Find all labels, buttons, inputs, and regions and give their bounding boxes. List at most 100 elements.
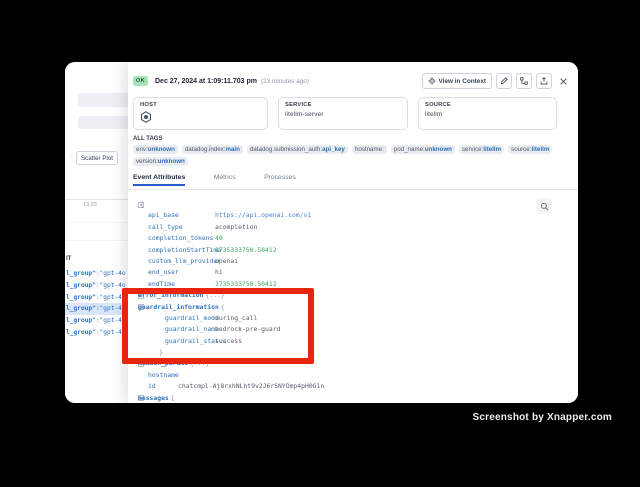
all-tags-label: ALL TAGS	[133, 136, 162, 142]
host-box: HOST	[133, 97, 268, 130]
json-row-id: id chatcmpl-Aj8rxhNLht9v2J6rSNYOmp4pH0G1…	[128, 381, 578, 392]
json-key[interactable]: messages	[138, 393, 169, 403]
edit-button[interactable]	[496, 73, 512, 89]
tag-pill[interactable]: datadog.index:main	[182, 145, 243, 154]
json-row-hostname: hostname	[128, 370, 578, 381]
tag-pill[interactable]: pod_name:unknown	[391, 145, 455, 154]
list-item[interactable]: l_group":"gpt-4o	[65, 327, 135, 339]
json-row-end-time: endTime 1735333750.50412	[128, 279, 578, 290]
json-key[interactable]: hidden_params	[138, 358, 188, 369]
json-key[interactable]: custom_llm_provider	[148, 256, 215, 267]
list-header: IT	[66, 256, 71, 262]
tab-bar: Event Attributes Metrics Processes	[128, 166, 578, 190]
list-item[interactable]: l_group":"gpt-4o	[65, 280, 135, 292]
tab-processes[interactable]: Processes	[264, 168, 296, 186]
tag-pill[interactable]: datadog.submission_auth:api_key	[247, 145, 348, 154]
json-row-call-type: call_type acompletion	[128, 222, 578, 233]
pencil-icon	[500, 77, 508, 85]
tab-event-attributes[interactable]: Event Attributes	[133, 168, 185, 186]
tab-metrics[interactable]: Metrics	[214, 168, 236, 186]
service-box: SERVICE litellm-server	[278, 97, 408, 130]
json-row-completion-start-time: completionStartTime 1735333750.50412	[128, 245, 578, 256]
json-row-guardrail-information: guardrail_information {	[128, 302, 578, 313]
json-row-guardrail-mode: guardrail_mode during_call	[128, 313, 578, 324]
tag-pill[interactable]: source:litellm	[508, 145, 552, 154]
host-hexagon-icon	[140, 111, 152, 123]
source-box: SOURCE litellm	[418, 97, 557, 130]
list-item[interactable]: l_group":"gpt-4o	[65, 315, 135, 327]
json-key[interactable]: api_base	[148, 210, 215, 221]
json-value: success	[215, 336, 242, 347]
info-boxes: HOST SERVICE litellm-server SOURCE litel…	[133, 97, 557, 130]
related-traces-button[interactable]	[516, 73, 532, 89]
service-value: litellm-server	[285, 111, 401, 118]
list-item-selected[interactable]: l_group":"gpt-4o	[65, 303, 135, 315]
export-icon	[540, 77, 548, 85]
gridline	[65, 240, 128, 241]
tag-pill[interactable]: hostname:	[352, 145, 387, 154]
json-key[interactable]: end_user	[148, 267, 215, 278]
json-value: 1735333750.50412	[215, 279, 277, 290]
json-key[interactable]: guardrail_mode	[165, 313, 215, 324]
json-key[interactable]: guardrail_status	[165, 336, 215, 347]
json-row-messages: messages [	[128, 393, 578, 403]
list-item[interactable]: l_group":"gpt-4o	[65, 268, 135, 280]
skeleton-box	[78, 93, 133, 107]
list-item[interactable]: l_group":"gpt-4o	[65, 292, 135, 304]
json-value: during_call	[215, 313, 257, 324]
relative-time: (23 minutes ago)	[261, 78, 309, 85]
tag-pill[interactable]: version:unknown	[133, 157, 188, 166]
source-value: litellm	[425, 111, 550, 118]
json-row-api-base: api_base https://api.openai.com/v1	[128, 210, 578, 221]
expand-icon[interactable]	[128, 395, 138, 401]
json-row-end-user: end_user hi	[128, 267, 578, 278]
json-key[interactable]: error_information	[138, 290, 203, 301]
event-timestamp: Dec 27, 2024 at 1:09:11.703 pm	[155, 78, 257, 85]
json-key[interactable]: guardrail_information	[138, 302, 219, 313]
json-key[interactable]: completion_tokens	[148, 233, 215, 244]
tag-pill[interactable]: service:litellm	[459, 145, 504, 154]
json-key[interactable]: completionStartTime	[148, 245, 215, 256]
event-list: l_group":"gpt-4o l_group":"gpt-4o l_grou…	[65, 268, 135, 339]
json-value: acompletion	[215, 222, 257, 233]
json-key[interactable]: guardrail_name	[165, 324, 215, 335]
export-button[interactable]	[536, 73, 552, 89]
view-in-context-button[interactable]: View in Context	[422, 73, 492, 89]
tag-pill[interactable]: env:unknown	[133, 145, 178, 154]
json-row-hidden-params: hidden_params {...}	[128, 358, 578, 369]
json-row-custom-llm-provider: custom_llm_provider openai	[128, 256, 578, 267]
background-page: : Scatter Plot 13:23 IT l_group":"gpt-4o…	[65, 62, 135, 403]
json-key[interactable]: hostname	[148, 370, 179, 381]
json-value: hi	[215, 267, 223, 278]
target-icon	[428, 77, 436, 85]
watermark-text: Screenshot by Xnapper.com	[473, 412, 613, 423]
close-icon	[559, 77, 568, 86]
event-attributes-json: { api_base https://api.openai.com/v1 cal…	[128, 199, 578, 403]
scatter-plot-button[interactable]: Scatter Plot	[76, 151, 118, 165]
json-value: 40	[215, 233, 223, 244]
json-value: 1735333750.50412	[215, 245, 277, 256]
close-button[interactable]	[556, 73, 570, 89]
json-key[interactable]: call_type	[148, 222, 215, 233]
flow-icon	[520, 77, 528, 85]
time-axis-tick: 13:23	[83, 202, 97, 208]
json-root-row: {	[128, 199, 578, 210]
status-badge: OK	[133, 76, 148, 86]
json-key[interactable]: id	[148, 381, 178, 392]
json-value: bedrock-pre-guard	[215, 324, 280, 335]
expand-icon[interactable]	[128, 304, 138, 310]
json-row-guardrail-name: guardrail_name bedrock-pre-guard	[128, 324, 578, 335]
collapse-icon[interactable]	[128, 202, 138, 208]
panel-header: OK Dec 27, 2024 at 1:09:11.703 pm (23 mi…	[133, 72, 570, 90]
json-value: openai	[215, 256, 238, 267]
tag-list: env:unknown datadog.index:main datadog.s…	[133, 145, 563, 166]
json-key[interactable]: endTime	[148, 279, 215, 290]
json-row-guardrail-status: guardrail_status success	[128, 336, 578, 347]
expand-icon[interactable]	[128, 361, 138, 367]
json-value-link[interactable]: https://api.openai.com/v1	[215, 210, 311, 221]
desktop-background: : Scatter Plot 13:23 IT l_group":"gpt-4o…	[0, 0, 640, 487]
app-window: : Scatter Plot 13:23 IT l_group":"gpt-4o…	[65, 62, 578, 403]
skeleton-box	[78, 116, 133, 129]
expand-icon[interactable]	[128, 293, 138, 299]
json-row-completion-tokens: completion_tokens 40	[128, 233, 578, 244]
